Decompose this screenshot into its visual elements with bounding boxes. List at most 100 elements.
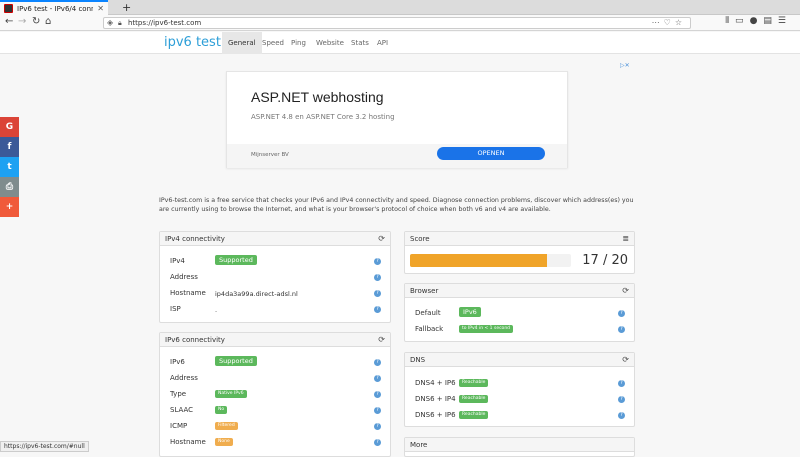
- help-icon[interactable]: ?: [374, 439, 381, 446]
- row-label: ICMP: [170, 422, 188, 430]
- status-badge: Native IPv6: [215, 390, 247, 398]
- toolbar-icons[interactable]: ⫴▭●▤☰: [725, 16, 792, 26]
- status-badge: None: [215, 438, 233, 446]
- ipv6-panel-header: IPv6 connectivity ⟳: [160, 333, 390, 347]
- close-tab-icon[interactable]: ✕: [97, 4, 104, 13]
- refresh-icon[interactable]: ⟳: [622, 353, 629, 367]
- plus-icon[interactable]: +: [0, 197, 19, 217]
- help-icon[interactable]: ?: [374, 391, 381, 398]
- row-label: IPv6: [170, 358, 185, 366]
- google-icon[interactable]: G: [0, 117, 19, 137]
- status-badge: Reachable: [459, 395, 489, 403]
- status-badge: Reachable: [459, 411, 489, 419]
- active-tab[interactable]: IPv6 test - IPv6/4 conne ✕: [0, 0, 108, 15]
- help-icon[interactable]: ?: [618, 326, 625, 333]
- favicon-icon: [4, 4, 13, 13]
- intro-text: IPv6-test.com is a free service that che…: [159, 197, 634, 213]
- row-label: Fallback: [415, 325, 444, 333]
- tab-bar: IPv6 test - IPv6/4 conne ✕ +: [0, 0, 800, 15]
- more-panel-header: More: [405, 438, 634, 452]
- help-icon[interactable]: ?: [618, 396, 625, 403]
- url-bar[interactable]: ◈ 🔒︎ https://ipv6-test.com ⋯♡☆: [103, 17, 691, 29]
- help-icon[interactable]: ?: [374, 306, 381, 313]
- forward-button[interactable]: →: [18, 16, 26, 27]
- status-badge: Supported: [215, 356, 257, 366]
- back-button[interactable]: ←: [5, 16, 13, 27]
- tracking-shield-icon[interactable]: ◈: [107, 18, 113, 27]
- row-label: Type: [170, 390, 187, 398]
- tab-title: IPv6 test - IPv6/4 conne: [17, 4, 94, 13]
- reload-button[interactable]: ↻: [32, 16, 40, 27]
- ipv4-panel: IPv4 connectivity ⟳ IPv4 Supported? Addres…: [159, 231, 391, 323]
- new-tab-button[interactable]: +: [122, 1, 131, 14]
- help-icon[interactable]: ?: [618, 310, 625, 317]
- site-navbar: ipv6 test General Speed Ping Website Sta…: [0, 32, 800, 54]
- navigation-toolbar: ← → ↻ ⌂ ◈ 🔒︎ https://ipv6-test.com ⋯♡☆ ⫴…: [0, 15, 800, 31]
- help-icon[interactable]: ?: [374, 290, 381, 297]
- refresh-icon[interactable]: ⟳: [378, 333, 385, 347]
- row-value: ip4da3a99a.direct-adsl.nl: [215, 290, 298, 298]
- row-label: SLAAC: [170, 406, 194, 414]
- help-icon[interactable]: ?: [374, 274, 381, 281]
- ad-footer: Mijnserver BV OPENEN: [227, 144, 567, 168]
- facebook-icon[interactable]: f: [0, 137, 19, 157]
- row-label: IPv4: [170, 257, 185, 265]
- status-badge: Filtered: [215, 422, 238, 430]
- ipv6-panel-title: IPv6 connectivity: [165, 336, 225, 344]
- ad-open-button[interactable]: OPENEN: [437, 147, 545, 160]
- url-text[interactable]: https://ipv6-test.com: [128, 19, 201, 27]
- row-label: DNS6 + IP6: [415, 411, 456, 419]
- ipv6-panel: IPv6 connectivity ⟳ IPv6 Supported? Addres…: [159, 332, 391, 457]
- dns-panel: DNS ⟳ DNS4 + IP6 Reachable? DNS6 + IP4 Reac…: [404, 352, 635, 427]
- help-icon[interactable]: ?: [374, 258, 381, 265]
- home-button[interactable]: ⌂: [45, 16, 51, 27]
- help-icon[interactable]: ?: [618, 412, 625, 419]
- help-icon[interactable]: ?: [374, 423, 381, 430]
- more-panel: More: [404, 437, 635, 457]
- help-icon[interactable]: ?: [374, 375, 381, 382]
- row-label: Hostname: [170, 289, 206, 297]
- score-panel: Score ≣ 17 / 20: [404, 231, 635, 274]
- twitter-icon[interactable]: t: [0, 157, 19, 177]
- help-icon[interactable]: ?: [374, 407, 381, 414]
- ad-advertiser: Mijnserver BV: [251, 152, 289, 158]
- lock-icon[interactable]: 🔒︎: [118, 19, 122, 28]
- row-label: Address: [170, 374, 198, 382]
- status-badge: No: [215, 406, 228, 414]
- adchoices-icon[interactable]: ▷✕: [620, 62, 630, 69]
- browser-panel-header: Browser ⟳: [405, 284, 634, 298]
- row-label: DNS6 + IP4: [415, 395, 456, 403]
- help-icon[interactable]: ?: [374, 359, 381, 366]
- score-panel-title: Score: [410, 235, 430, 243]
- print-icon[interactable]: ⎙: [0, 177, 19, 197]
- status-bar: https://ipv6-test.com/#null: [0, 441, 89, 452]
- status-badge: to IPv4 in < 1 second: [459, 325, 514, 333]
- ipv4-panel-title: IPv4 connectivity: [165, 235, 225, 243]
- ad-headline[interactable]: ASP.NET webhosting: [251, 89, 384, 105]
- refresh-icon[interactable]: ⟳: [378, 232, 385, 246]
- row-label: Address: [170, 273, 198, 281]
- advertisement[interactable]: ASP.NET webhosting ASP.NET 4.8 en ASP.NE…: [226, 71, 568, 168]
- refresh-icon[interactable]: ⟳: [622, 284, 629, 298]
- row-label: ISP: [170, 305, 181, 313]
- browser-panel: Browser ⟳ Default IPv6? Fallback to IPv4 in…: [404, 283, 635, 342]
- row-label: Default: [415, 309, 441, 317]
- help-icon[interactable]: ?: [618, 380, 625, 387]
- url-actions[interactable]: ⋯♡☆: [652, 18, 686, 27]
- nav-website[interactable]: Website: [310, 32, 350, 54]
- dns-panel-title: DNS: [410, 356, 426, 364]
- score-panel-header: Score ≣: [405, 232, 634, 246]
- list-icon[interactable]: ≣: [622, 232, 629, 246]
- ad-subtitle: ASP.NET 4.8 en ASP.NET Core 3.2 hosting: [251, 113, 395, 121]
- dns-panel-header: DNS ⟳: [405, 353, 634, 367]
- browser-panel-title: Browser: [410, 287, 439, 295]
- status-badge: IPv6: [459, 307, 481, 317]
- row-value: .: [215, 306, 218, 314]
- score-value: 17 / 20: [582, 253, 628, 268]
- status-badge: Reachable: [459, 379, 489, 387]
- nav-ping[interactable]: Ping: [285, 32, 312, 54]
- row-label: Hostname: [170, 438, 206, 446]
- site-logo[interactable]: ipv6 test: [164, 35, 221, 50]
- nav-api[interactable]: API: [371, 32, 394, 54]
- score-progress-fill: [410, 254, 547, 267]
